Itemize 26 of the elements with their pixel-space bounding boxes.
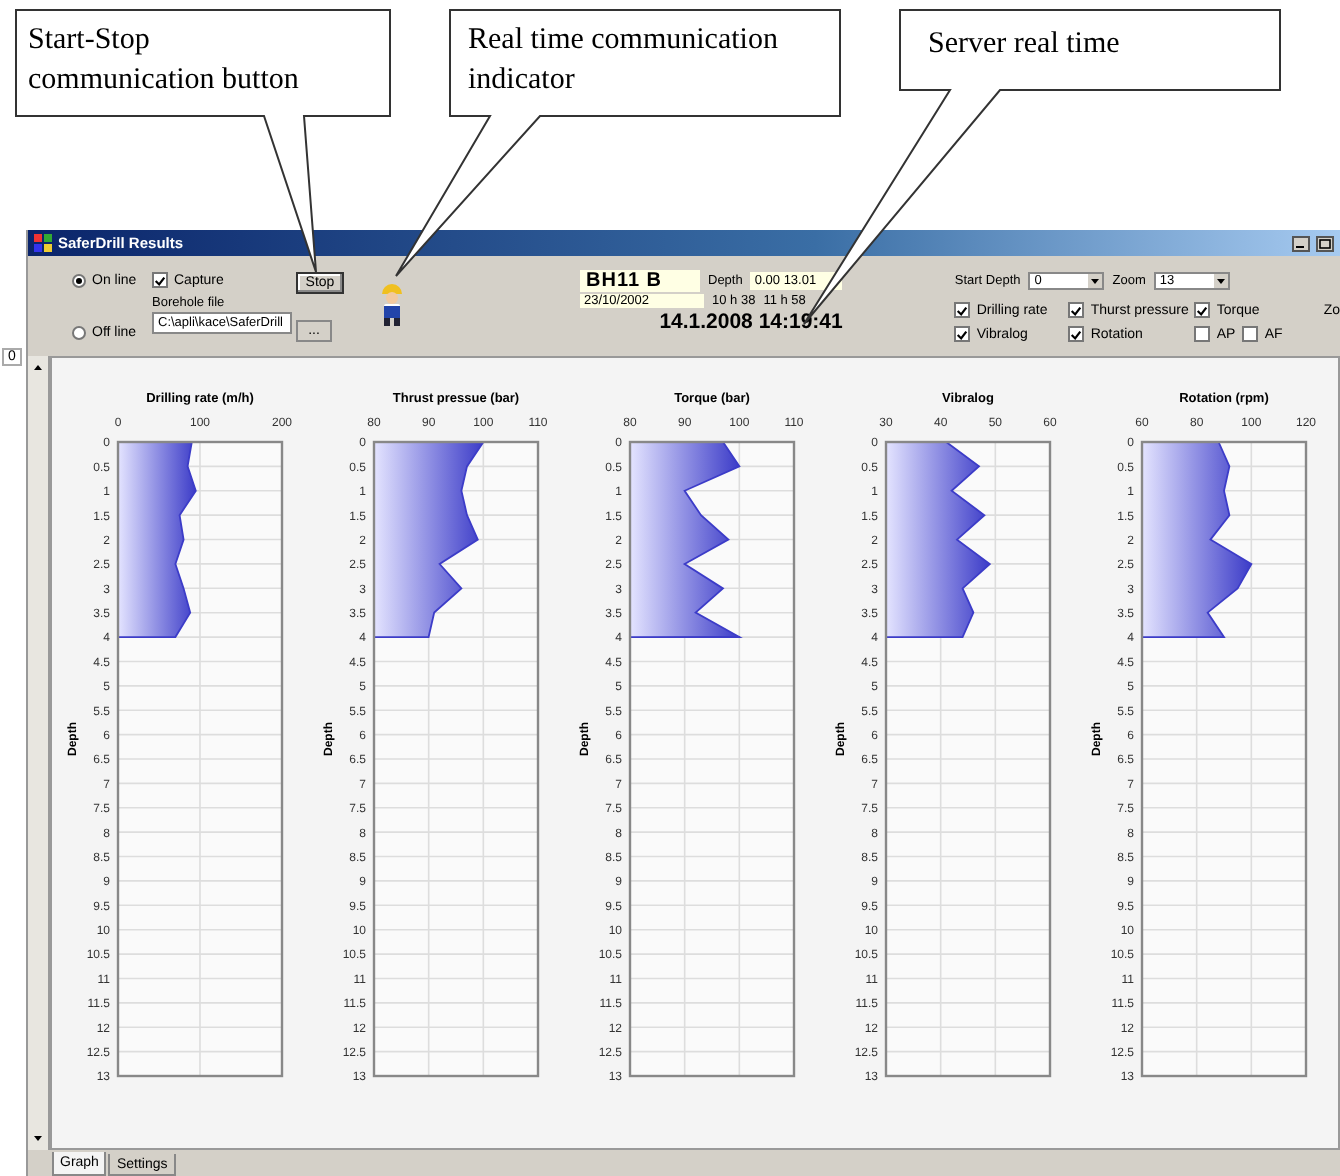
maximize-icon[interactable]: [1316, 235, 1334, 251]
app-icon: [34, 234, 52, 252]
checkbox[interactable]: [1068, 326, 1085, 342]
scroll-down-icon[interactable]: [30, 1130, 46, 1146]
radio-button[interactable]: [72, 274, 86, 288]
checkbox[interactable]: [1194, 326, 1211, 342]
server-time: 14.1.2008 14:19:41: [659, 310, 843, 334]
scrollbar[interactable]: [28, 356, 50, 1150]
checkbox[interactable]: [954, 302, 971, 318]
scroll-up-icon[interactable]: [30, 360, 46, 376]
callout-text: Start-Stop communication button: [28, 22, 299, 100]
worker-icon: [376, 278, 408, 326]
checkbox[interactable]: [1194, 302, 1211, 318]
minimize-icon[interactable]: [1292, 235, 1310, 251]
borehole-field: BH11 B: [580, 270, 700, 292]
callout-text: Server real time: [928, 26, 1120, 64]
caret-icon: [1213, 274, 1228, 288]
checkbox[interactable]: [1242, 326, 1259, 342]
checkmark-icon: [1196, 303, 1209, 317]
callout-text: Real time communication indicator: [468, 22, 778, 100]
checkbox[interactable]: [954, 326, 971, 342]
checkbox[interactable]: [152, 272, 168, 288]
checkmark-icon: [154, 273, 166, 287]
radio-button[interactable]: [72, 326, 86, 340]
checkbox[interactable]: [1068, 302, 1085, 318]
caret-icon: [1088, 274, 1103, 288]
